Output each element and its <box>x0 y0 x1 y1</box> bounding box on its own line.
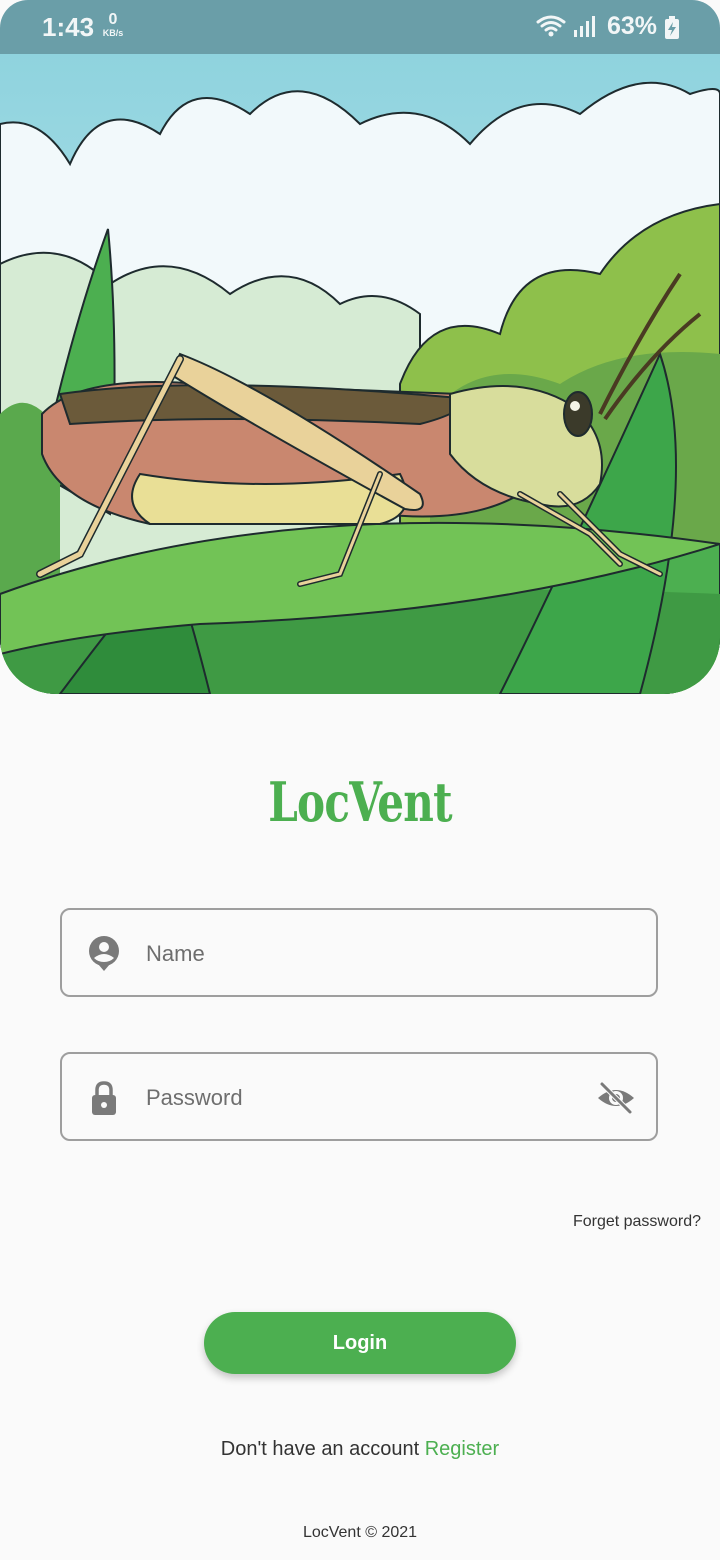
login-button[interactable]: Login <box>204 1312 516 1374</box>
login-screen: 1:43 0 KB/s 63% LocVent Name Forget pass… <box>0 0 720 1560</box>
network-speed-value: 0 <box>108 11 118 28</box>
register-link[interactable]: Register <box>425 1438 499 1460</box>
battery-percent: 63% <box>607 12 658 40</box>
register-prompt: Don't have an account <box>220 1438 425 1460</box>
grasshopper-illustration <box>0 54 720 694</box>
password-input[interactable] <box>144 1072 568 1124</box>
name-input[interactable] <box>144 928 568 980</box>
status-bar: 1:43 0 KB/s 63% <box>0 0 720 54</box>
lock-icon <box>86 1080 122 1116</box>
name-field[interactable] <box>60 908 658 997</box>
forgot-password-link[interactable]: Forget password? <box>573 1213 701 1231</box>
network-speed: 0 KB/s <box>99 11 127 39</box>
app-logo: LocVent <box>268 770 452 834</box>
register-row: Don't have an account Register <box>0 1438 720 1461</box>
signal-icon <box>573 16 597 43</box>
visibility-off-icon[interactable] <box>596 1080 636 1116</box>
status-time: 1:43 <box>42 12 95 42</box>
wifi-icon <box>536 14 566 43</box>
battery-charging-icon <box>664 16 680 45</box>
network-speed-unit: KB/s <box>102 28 124 38</box>
password-field[interactable] <box>60 1052 658 1141</box>
person-pin-icon <box>86 936 122 972</box>
footer-copyright: LocVent © 2021 <box>302 1524 418 1541</box>
hero-illustration <box>0 54 720 694</box>
